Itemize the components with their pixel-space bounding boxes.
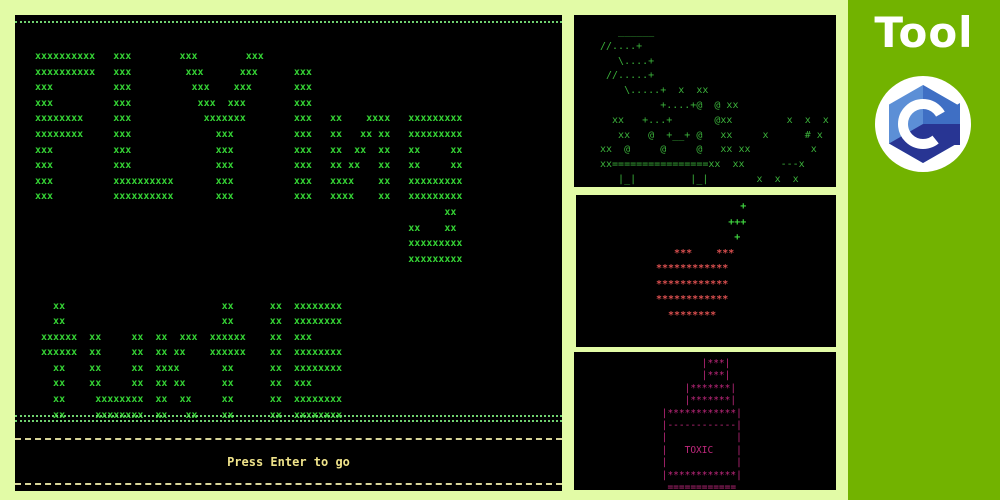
bottom-dotted-border-2 (15, 420, 562, 422)
prompt-bottom-dashed-line (15, 483, 562, 485)
c-hexagon-icon (889, 85, 960, 163)
ship-ascii-art: ______ //....+ \....+ //.....+ \.....+ x… (600, 26, 829, 185)
top-dotted-border (15, 21, 562, 23)
c-language-logo-icon (875, 76, 971, 172)
fly-to-the-tune-ascii-title: xxxxxxxxxx xxx xxx xxx xxxxxxxxxx xxx xx… (35, 51, 463, 421)
brand-sidebar: Tool (848, 0, 1000, 500)
tree-ascii-panel: + +++ + *** *** ************ ***********… (576, 195, 836, 347)
tree-body-star-art: *** *** ************ ************ ******… (656, 247, 735, 321)
toxic-bottle-ascii-art: |***| |***| |*******| |*******| |*******… (661, 358, 742, 490)
main-terminal-window: xxxxxxxxxx xxx xxx xxx xxxxxxxxxx xxx xx… (15, 15, 562, 491)
toxic-bottle-ascii-panel: |***| |***| |*******| |*******| |*******… (574, 352, 836, 490)
ship-ascii-panel: ______ //....+ \....+ //.....+ \.....+ x… (574, 15, 836, 187)
prompt-top-dashed-line (15, 438, 562, 440)
tree-ascii-art: + +++ + *** *** ************ ***********… (656, 199, 746, 323)
tree-top-plus-art: + +++ + (728, 201, 747, 243)
press-enter-prompt[interactable]: Press Enter to go (15, 455, 562, 469)
bottom-dotted-border (15, 415, 562, 417)
tool-title: Tool (874, 8, 974, 57)
